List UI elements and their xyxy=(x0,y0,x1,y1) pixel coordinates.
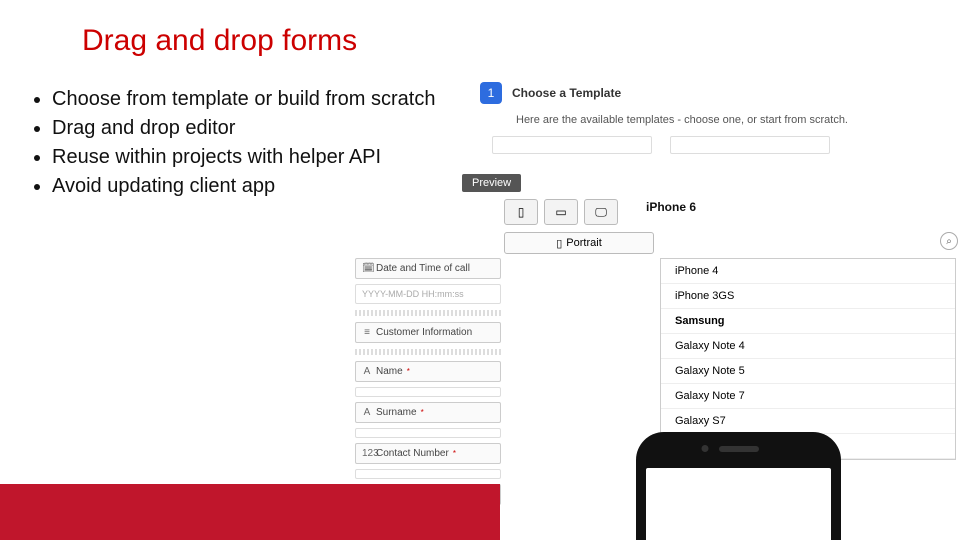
required-mark: * xyxy=(407,367,410,376)
device-option[interactable]: Galaxy Note 5 xyxy=(661,359,955,384)
phone-camera-dot xyxy=(701,445,708,452)
phone-mockup xyxy=(636,432,841,540)
device-group: Samsung xyxy=(661,309,955,334)
bullet-item: Reuse within projects with helper API xyxy=(52,144,446,171)
section-header[interactable]: ≡ Customer Information xyxy=(355,322,501,343)
surname-input[interactable] xyxy=(355,428,501,438)
device-option[interactable]: Galaxy Note 7 xyxy=(661,384,955,409)
contact-field-label[interactable]: 123 Contact Number * xyxy=(355,443,501,464)
datetime-field-label[interactable]: 🗓 Date and Time of call xyxy=(355,258,501,279)
font-icon: A xyxy=(362,366,372,377)
phone-screen xyxy=(646,468,831,540)
separator xyxy=(355,349,501,355)
device-option[interactable]: iPhone 3GS xyxy=(661,284,955,309)
device-tablet-button[interactable]: ▭ xyxy=(544,199,578,225)
selected-device-label[interactable]: iPhone 6 xyxy=(646,200,696,214)
datetime-input[interactable]: YYYY-MM-DD HH:mm:ss xyxy=(355,284,501,304)
name-field-label[interactable]: A Name * xyxy=(355,361,501,382)
desktop-icon: 🖵 xyxy=(595,205,607,220)
font-icon: A xyxy=(362,407,372,418)
device-option[interactable]: Galaxy Note 4 xyxy=(661,334,955,359)
template-subtext: Here are the available templates - choos… xyxy=(516,114,960,126)
orientation-label: Portrait xyxy=(566,237,601,249)
surname-field-label[interactable]: A Surname * xyxy=(355,402,501,423)
device-option[interactable]: Galaxy S7 xyxy=(661,409,955,434)
bullet-item: Choose from template or build from scrat… xyxy=(52,86,446,113)
calendar-icon: 🗓 xyxy=(362,263,372,274)
form-editor: 🗓 Date and Time of call YYYY-MM-DD HH:mm… xyxy=(355,258,501,510)
template-card[interactable] xyxy=(492,136,652,154)
footer-band xyxy=(0,484,500,540)
template-card[interactable] xyxy=(670,136,830,154)
menu-icon: ≡ xyxy=(362,327,372,338)
separator xyxy=(355,310,501,316)
name-input[interactable] xyxy=(355,387,501,397)
preview-tab[interactable]: Preview xyxy=(462,174,521,192)
tablet-icon: ▭ xyxy=(555,205,566,219)
device-dropdown[interactable]: iPhone 4 iPhone 3GS Samsung Galaxy Note … xyxy=(660,258,956,460)
bullet-list: Choose from template or build from scrat… xyxy=(26,86,446,202)
device-phone-button[interactable]: ▯ xyxy=(504,199,538,225)
device-desktop-button[interactable]: 🖵 xyxy=(584,199,618,225)
phone-icon: ▯ xyxy=(518,205,525,219)
bullet-item: Avoid updating client app xyxy=(52,173,446,200)
required-mark: * xyxy=(453,449,456,458)
required-mark: * xyxy=(421,408,424,417)
slide-title: Drag and drop forms xyxy=(82,24,357,58)
orientation-select[interactable]: ▯ Portrait xyxy=(504,232,654,254)
template-heading: Choose a Template xyxy=(512,86,621,100)
device-option[interactable]: iPhone 4 xyxy=(661,259,955,284)
template-chooser: 1 Choose a Template Here are the availab… xyxy=(480,82,960,154)
bullet-item: Drag and drop editor xyxy=(52,115,446,142)
search-icon[interactable]: ⌕ xyxy=(940,232,958,250)
step-badge: 1 xyxy=(480,82,502,104)
contact-input[interactable] xyxy=(355,469,501,479)
number-icon: 123 xyxy=(362,448,372,459)
portrait-icon: ▯ xyxy=(556,237,562,250)
